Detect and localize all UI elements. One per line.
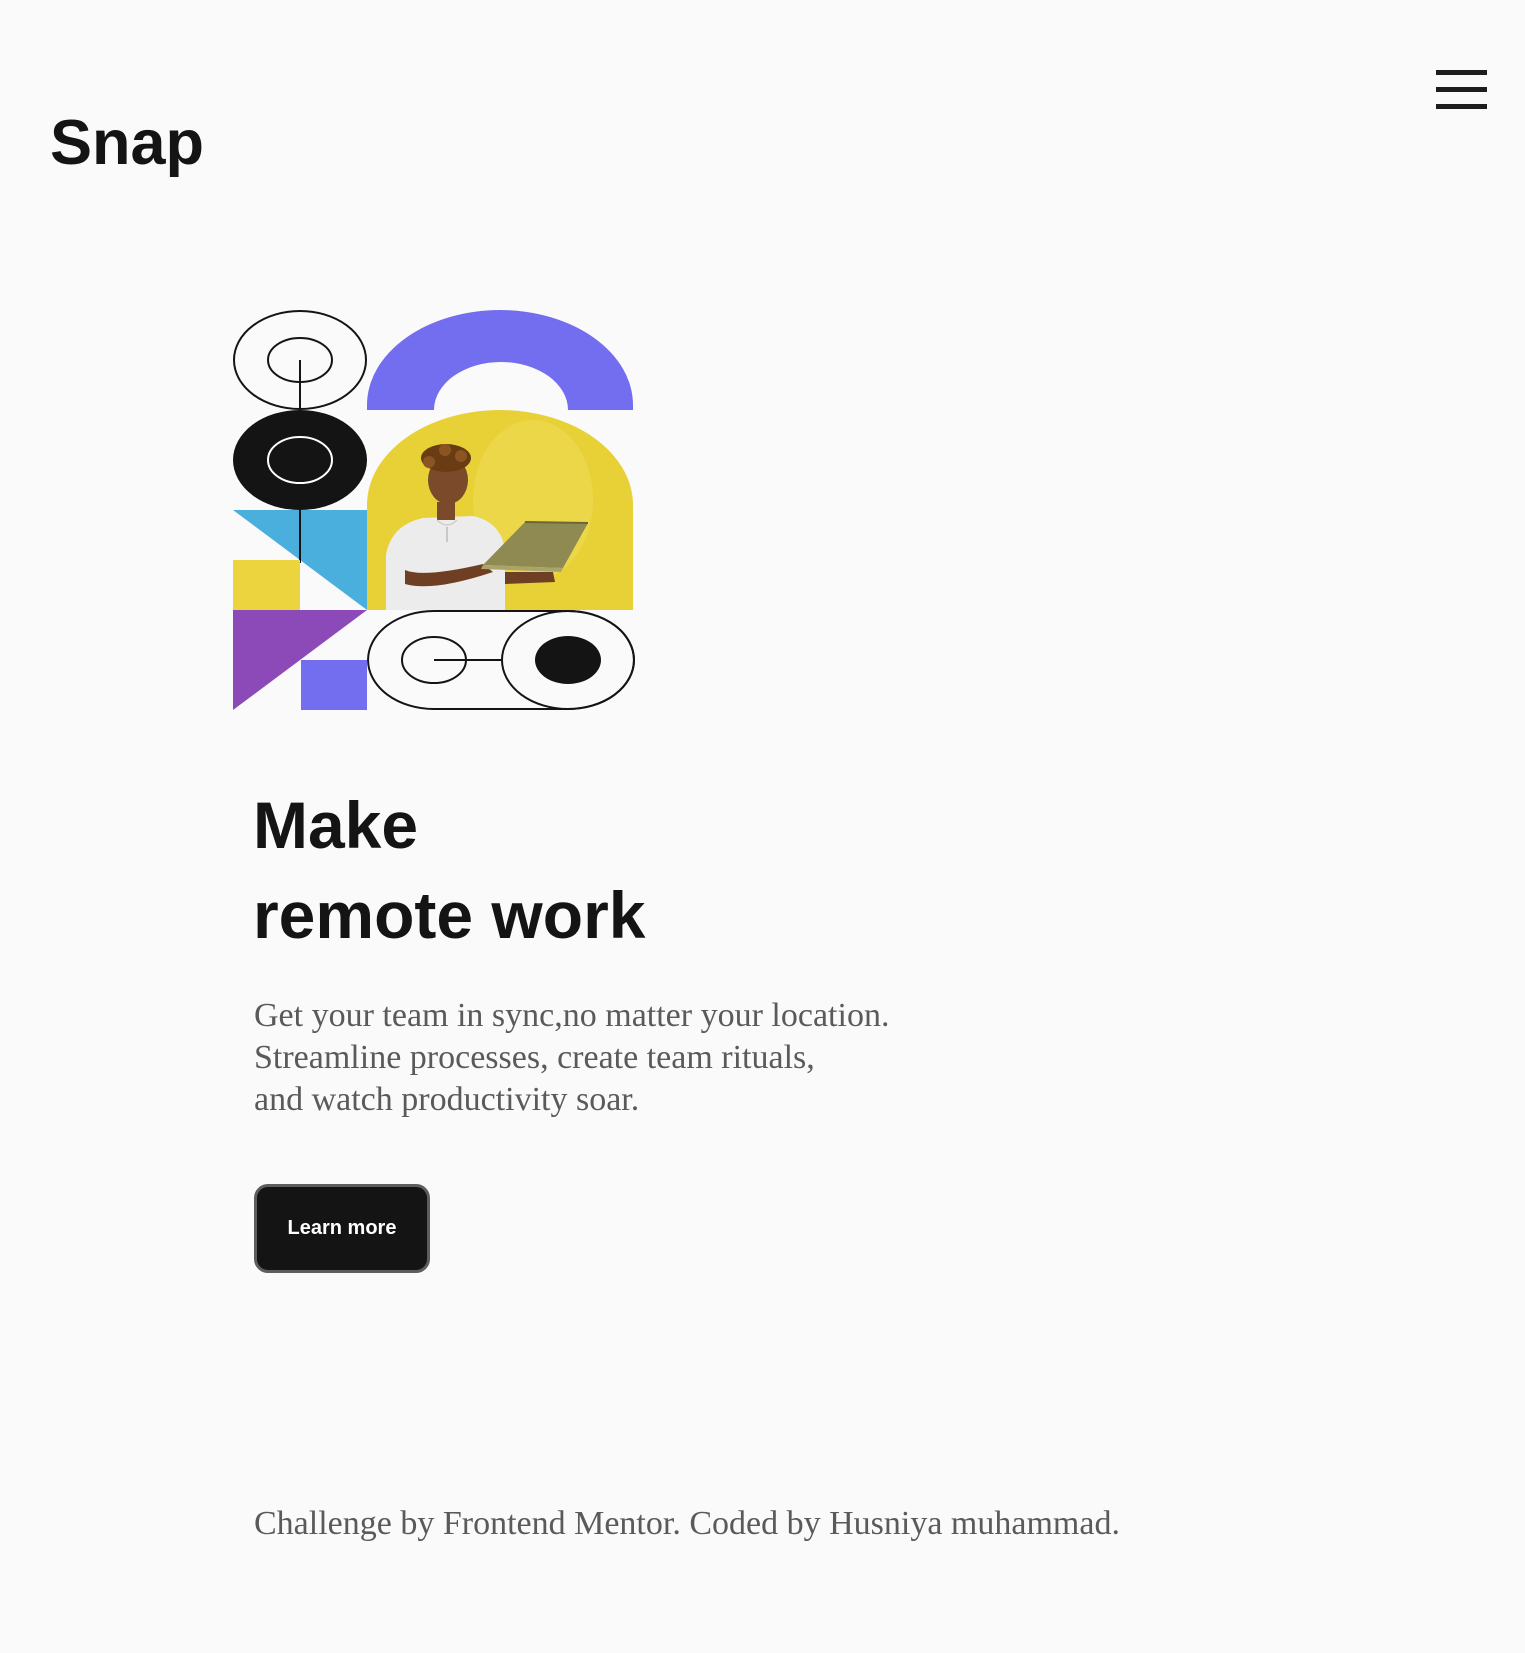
hero-illustration	[233, 310, 635, 710]
hero-headline: Make remote work	[253, 780, 645, 960]
description-line: Get your team in sync,no matter your loc…	[254, 997, 890, 1034]
black-circle-graphic	[233, 410, 367, 510]
menu-bar	[1436, 104, 1487, 109]
description-line: Streamline processes, create team ritual…	[254, 1039, 815, 1076]
pill-circles-graphic	[367, 610, 635, 710]
menu-bar	[1436, 70, 1487, 75]
logo[interactable]: Snap	[50, 98, 204, 188]
purple-arch-graphic	[367, 310, 633, 410]
menu-bar	[1436, 87, 1487, 92]
purple-square-graphic	[301, 660, 367, 710]
hamburger-menu-icon[interactable]	[1436, 70, 1487, 110]
description-line: and watch productivity soar.	[254, 1081, 640, 1118]
person-with-laptop-photo	[367, 410, 633, 610]
landing-page: Snap Make remote work Get your team in s…	[0, 0, 1525, 1653]
learn-more-button[interactable]: Learn more	[254, 1184, 430, 1273]
attribution-footer: Challenge by Frontend Mentor. Coded by H…	[254, 1505, 1120, 1542]
hero-description: Get your team in sync,no matter your loc…	[254, 995, 889, 1121]
yellow-square-graphic	[233, 560, 300, 610]
headline-line: remote work	[253, 878, 646, 952]
headline-line: Make	[253, 788, 419, 862]
outlined-circle-graphic	[233, 310, 367, 410]
